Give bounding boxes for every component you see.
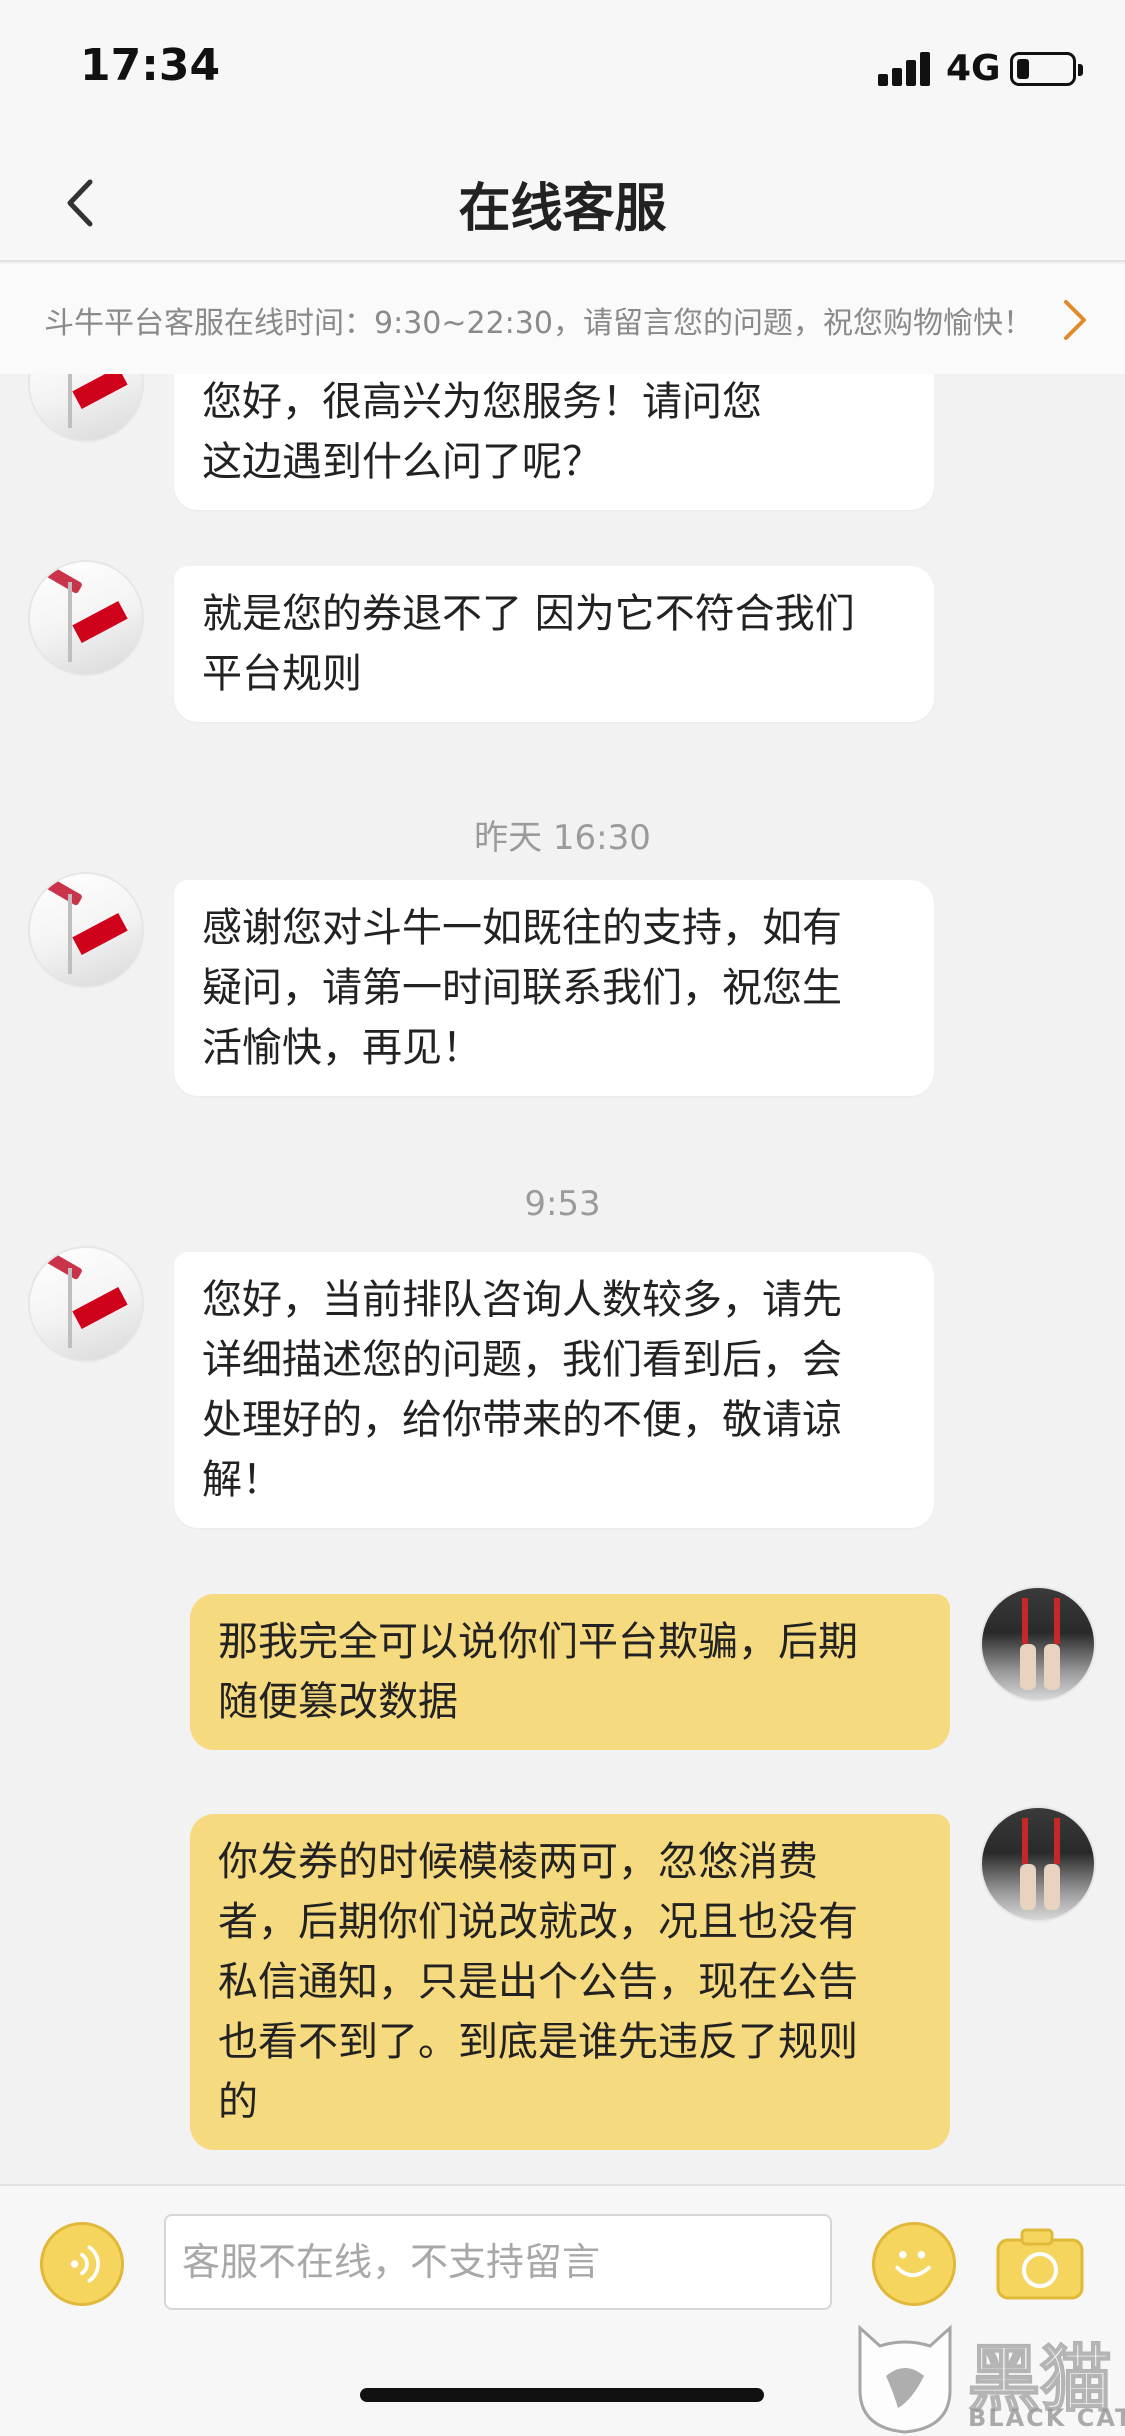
- camera-icon[interactable]: [994, 2226, 1086, 2302]
- message-bubble: 就是您的券退不了 因为它不符合我们 平台规则: [174, 566, 934, 722]
- input-bar: [0, 2184, 1125, 2332]
- signal-icon: [878, 52, 934, 86]
- agent-avatar[interactable]: [28, 1246, 144, 1362]
- network-label: 4G: [946, 48, 1001, 89]
- message-timestamp: 昨天 16:30: [474, 818, 651, 858]
- user-avatar[interactable]: [980, 1806, 1096, 1922]
- user-avatar[interactable]: [980, 1586, 1096, 1702]
- page-title: 在线客服: [458, 179, 667, 239]
- watermark: 黑猫 BLACK CAT: [850, 2320, 1125, 2436]
- message-bubble: 你发券的时候模棱两可，忽悠消费 者，后期你们说改就改，况且也没有 私信通知，只是…: [190, 1814, 950, 2150]
- watermark-subtext: BLACK CAT: [968, 2404, 1125, 2432]
- home-indicator[interactable]: [360, 2388, 764, 2402]
- message-bubble: 感谢您对斗牛一如既往的支持，如有 疑问，请第一时间联系我们，祝您生 活愉快，再见…: [174, 880, 934, 1096]
- emoji-button[interactable]: [872, 2222, 956, 2306]
- agent-avatar[interactable]: [28, 374, 144, 442]
- message-bubble: 您好，很高兴为您服务！请问您 这边遇到什么问了呢？: [174, 374, 934, 510]
- status-bar: 17:34 4G: [0, 0, 1125, 140]
- agent-avatar[interactable]: [28, 560, 144, 676]
- voice-icon: [70, 2245, 100, 2283]
- message-bubble: 您好，当前排队咨询人数较多，请先 详细描述您的问题，我们看到后，会 处理好的，给…: [174, 1252, 934, 1528]
- emoji-icon: [895, 2251, 931, 2277]
- message-bubble: 那我完全可以说你们平台欺骗，后期 随便篡改数据: [190, 1594, 950, 1750]
- nav-bar: 在线客服: [0, 140, 1125, 262]
- notice-bar[interactable]: 斗牛平台客服在线时间：9:30~22:30，请留言您的问题，祝您购物愉快！: [0, 264, 1125, 374]
- status-time: 17:34: [80, 40, 221, 91]
- voice-button[interactable]: [40, 2222, 124, 2306]
- agent-avatar[interactable]: [28, 872, 144, 988]
- message-input[interactable]: [164, 2214, 832, 2310]
- battery-icon: [1010, 52, 1083, 86]
- notice-text: 斗牛平台客服在线时间：9:30~22:30，请留言您的问题，祝您购物愉快！: [44, 306, 1033, 341]
- message-timestamp: 9:53: [524, 1184, 601, 1224]
- chat-area[interactable]: 您好，很高兴为您服务！请问您 这边遇到什么问了呢？ 就是您的券退不了 因为它不符…: [0, 374, 1125, 2184]
- chevron-right-icon[interactable]: [1060, 296, 1090, 344]
- black-cat-logo-icon: [858, 2324, 952, 2434]
